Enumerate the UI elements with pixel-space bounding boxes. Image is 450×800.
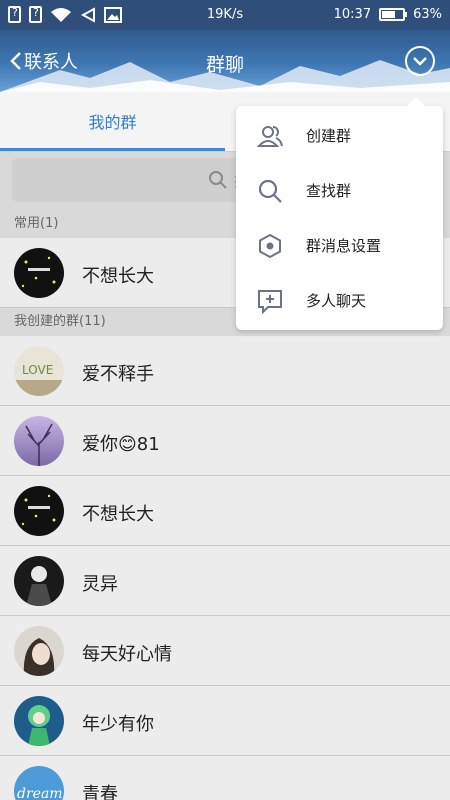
group-name: 年少有你 bbox=[82, 714, 154, 735]
menu-item-label: 查找群 bbox=[306, 182, 352, 200]
group-avatar bbox=[14, 696, 64, 746]
purple-tree-avatar-art bbox=[25, 423, 53, 466]
group-name: 爱你😊81 bbox=[82, 434, 160, 455]
tab-active-indicator bbox=[0, 148, 225, 151]
menu-item-group-message-settings[interactable]: 群消息设置 bbox=[236, 218, 443, 273]
group-row[interactable]: dream 青春 bbox=[0, 756, 450, 800]
group-avatar bbox=[14, 416, 64, 466]
menu-item-create-group[interactable]: 创建群 bbox=[236, 108, 443, 163]
menu-item-label: 多人聊天 bbox=[306, 292, 367, 310]
search-icon bbox=[209, 171, 227, 189]
group-row[interactable]: 年少有你 bbox=[0, 686, 450, 756]
dark-figure-avatar-art bbox=[26, 566, 52, 606]
group-row[interactable]: 不想长大 bbox=[0, 476, 450, 546]
group-name: 爱不释手 bbox=[82, 364, 154, 385]
menu-item-label: 创建群 bbox=[306, 127, 352, 145]
group-avatar bbox=[14, 556, 64, 606]
page-title: 群聊 bbox=[205, 54, 244, 76]
svg-text:LOVE: LOVE bbox=[22, 363, 53, 377]
battery-fill bbox=[382, 11, 395, 18]
users-icon bbox=[256, 126, 283, 147]
more-menu-dropdown: 创建群 查找群 群消息设置 多人聊天 bbox=[236, 97, 443, 330]
more-menu-button[interactable] bbox=[405, 46, 435, 76]
stars-avatar-art bbox=[21, 256, 56, 288]
menu-item-label: 群消息设置 bbox=[306, 237, 382, 255]
group-row[interactable]: 爱你😊81 bbox=[0, 406, 450, 476]
girl-portrait-avatar-art bbox=[23, 638, 55, 676]
dream-avatar-art: dream bbox=[17, 786, 63, 800]
group-row[interactable]: 灵异 bbox=[0, 546, 450, 616]
stars-avatar-art bbox=[21, 494, 56, 526]
group-avatar bbox=[14, 248, 64, 298]
menu-item-multi-chat[interactable]: 多人聊天 bbox=[236, 273, 443, 328]
group-name: 不想长大 bbox=[82, 266, 154, 287]
love-avatar-art: LOVE bbox=[14, 363, 64, 396]
green-anime-avatar-art bbox=[28, 705, 50, 746]
group-row[interactable]: 每天好心情 bbox=[0, 616, 450, 686]
battery-icon bbox=[379, 8, 408, 21]
svg-text:dream: dream bbox=[17, 786, 63, 800]
status-bar: ? ? 19K/s 10:37 63% bbox=[0, 0, 450, 30]
title-bar: 联系人 群聊 bbox=[0, 30, 450, 92]
group-avatar bbox=[14, 486, 64, 536]
tab-my-groups[interactable]: 我的群 bbox=[0, 92, 225, 152]
group-name: 不想长大 bbox=[82, 504, 154, 525]
chat-plus-icon bbox=[258, 290, 282, 315]
group-name: 青春 bbox=[82, 784, 118, 800]
group-name: 每天好心情 bbox=[82, 644, 172, 665]
tab-label: 我的群 bbox=[88, 113, 137, 132]
group-avatar bbox=[14, 626, 64, 676]
group-row[interactable]: LOVE 爱不释手 bbox=[0, 336, 450, 406]
search-icon bbox=[258, 179, 282, 203]
status-right: 10:37 63% bbox=[334, 7, 442, 22]
chevron-down-icon bbox=[413, 57, 427, 66]
menu-item-find-group[interactable]: 查找群 bbox=[236, 163, 443, 218]
hexagon-settings-icon bbox=[259, 233, 281, 259]
clock: 10:37 bbox=[333, 7, 372, 22]
group-avatar: LOVE bbox=[14, 346, 64, 396]
battery-percent: 63% bbox=[413, 7, 442, 22]
group-avatar: dream bbox=[14, 766, 64, 800]
group-name: 灵异 bbox=[82, 574, 118, 595]
